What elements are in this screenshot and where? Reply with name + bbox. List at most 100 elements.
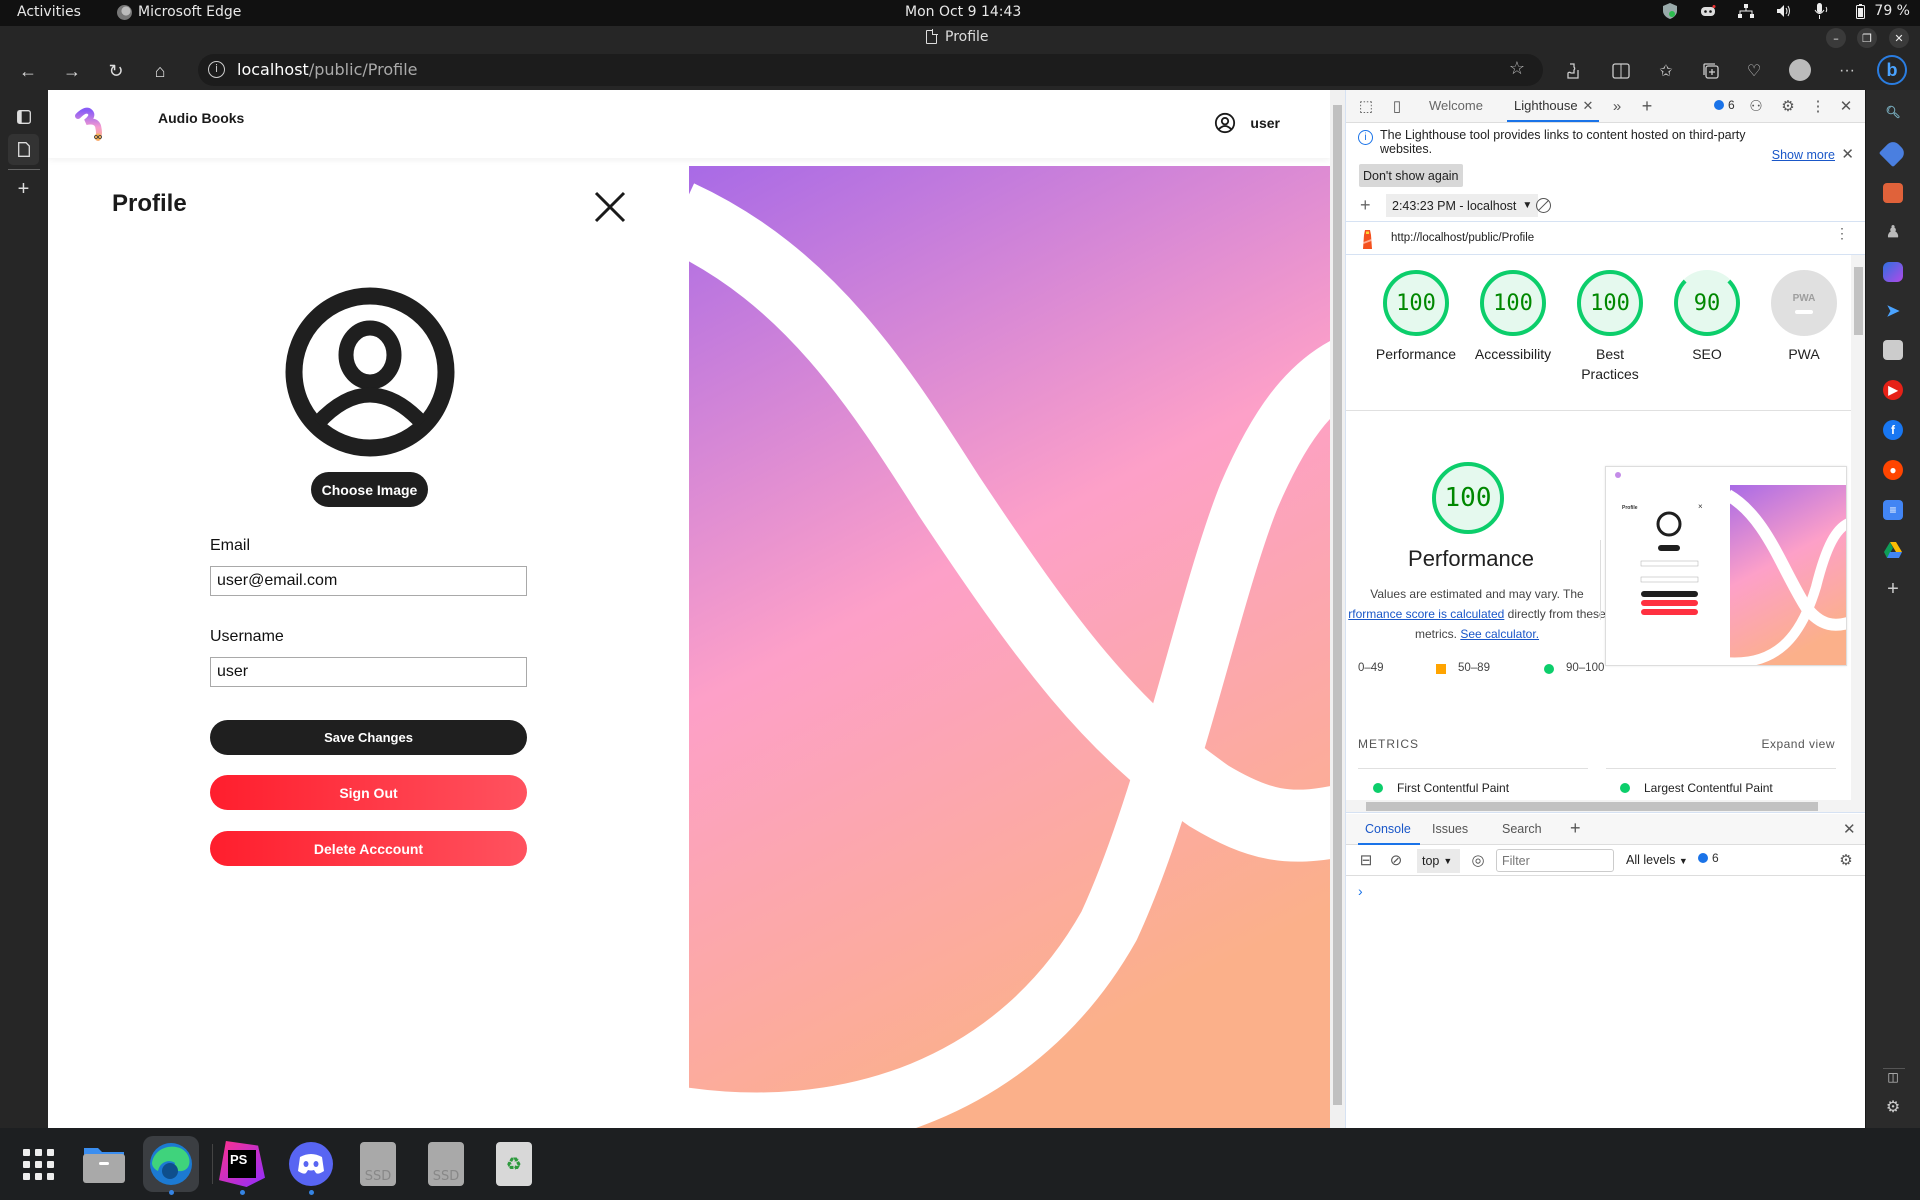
- clear-reports-icon[interactable]: [1536, 198, 1551, 213]
- docs-icon[interactable]: ≡: [1883, 500, 1903, 520]
- page-scrollbar-thumb[interactable]: [1333, 105, 1342, 1105]
- brand-name[interactable]: Audio Books: [158, 110, 244, 126]
- discord-icon[interactable]: [1700, 3, 1716, 19]
- microphone-icon[interactable]: [1814, 3, 1830, 19]
- messages-badge[interactable]: 6: [1714, 98, 1735, 112]
- app-logo[interactable]: [72, 104, 112, 144]
- clock[interactable]: Mon Oct 9 14:43: [905, 4, 1021, 20]
- battery-icon[interactable]: [1852, 3, 1868, 19]
- dock-microsoft-edge[interactable]: [143, 1136, 199, 1195]
- gauge-pwa[interactable]: PWA PWA: [1754, 270, 1854, 364]
- new-tab-icon[interactable]: +: [8, 174, 39, 205]
- infobar-close-icon[interactable]: ✕: [1841, 145, 1854, 163]
- profile-avatar[interactable]: [1789, 59, 1811, 81]
- expand-view-toggle[interactable]: Expand view: [1761, 737, 1835, 751]
- log-levels-select[interactable]: All levels ▼: [1626, 853, 1688, 867]
- facebook-icon[interactable]: f: [1883, 420, 1903, 440]
- add-tool-icon[interactable]: +: [1637, 96, 1657, 116]
- console-sidebar-icon[interactable]: ⊟: [1356, 850, 1376, 870]
- favorite-star-icon[interactable]: ☆: [1509, 58, 1525, 79]
- feedback-icon[interactable]: ⚇: [1746, 96, 1766, 116]
- microsoft-365-icon[interactable]: [1883, 262, 1903, 282]
- dock-phpstorm[interactable]: PS: [214, 1136, 270, 1195]
- gauge-performance[interactable]: 100 Performance: [1366, 270, 1466, 364]
- close-devtools-icon[interactable]: ✕: [1836, 96, 1856, 116]
- tab-actions-icon[interactable]: [8, 101, 39, 132]
- outlook-send-icon[interactable]: ➤: [1883, 301, 1903, 321]
- console-settings-gear-icon[interactable]: ⚙: [1836, 850, 1856, 870]
- gauge-seo[interactable]: 90 SEO: [1657, 270, 1757, 364]
- show-apps-button[interactable]: [10, 1136, 66, 1192]
- shield-icon[interactable]: [1662, 3, 1678, 19]
- add-icon[interactable]: +: [1883, 578, 1903, 600]
- email-field[interactable]: [210, 566, 527, 596]
- google-drive-icon[interactable]: [1883, 540, 1903, 560]
- search-icon[interactable]: 🔍︎: [1883, 102, 1903, 122]
- sidebar-settings-gear-icon[interactable]: ⚙: [1883, 1097, 1903, 1117]
- context-select[interactable]: top ▼: [1417, 849, 1460, 873]
- delete-account-button[interactable]: Delete Acccount: [210, 831, 527, 866]
- games-icon[interactable]: ♟: [1883, 222, 1903, 242]
- report-select[interactable]: 2:43:23 PM - localhost ▼: [1386, 194, 1539, 217]
- dock-trash[interactable]: ♻: [486, 1136, 542, 1192]
- hide-sidebar-icon[interactable]: ◫: [1883, 1067, 1903, 1087]
- show-more-link[interactable]: Show more: [1772, 148, 1835, 162]
- sign-out-button[interactable]: Sign Out: [210, 775, 527, 810]
- console-filter-input[interactable]: [1496, 849, 1614, 872]
- user-menu[interactable]: user: [1214, 112, 1280, 134]
- username-field[interactable]: [210, 657, 527, 687]
- back-button[interactable]: ←: [15, 58, 41, 84]
- close-tab-icon[interactable]: ✕: [1578, 96, 1598, 116]
- volume-icon[interactable]: [1776, 3, 1792, 19]
- page-scrollbar[interactable]: [1330, 90, 1345, 1128]
- settings-gear-icon[interactable]: ⚙: [1778, 96, 1798, 116]
- collections-icon[interactable]: [1700, 60, 1722, 82]
- add-drawer-tab-icon[interactable]: +: [1570, 818, 1581, 839]
- system-tray[interactable]: 79 %: [1662, 3, 1910, 19]
- dont-show-again-button[interactable]: Don't show again: [1359, 164, 1463, 187]
- address-bar[interactable]: i localhost/public/Profile ☆: [198, 54, 1543, 86]
- clear-console-icon[interactable]: ⊘: [1386, 850, 1406, 870]
- tab-search[interactable]: Search: [1502, 822, 1542, 836]
- report-vertical-scrollbar[interactable]: [1851, 255, 1866, 800]
- page-screenshot-thumbnail[interactable]: × Profile: [1605, 466, 1847, 666]
- url-text[interactable]: localhost/public/Profile: [237, 60, 418, 79]
- network-icon[interactable]: [1738, 3, 1755, 19]
- dock-ssd-drive-2[interactable]: SSD: [418, 1136, 474, 1192]
- favorites-icon[interactable]: ✩: [1655, 60, 1677, 82]
- close-window-button[interactable]: ✕: [1889, 28, 1909, 48]
- active-app-menu[interactable]: Microsoft Edge: [117, 4, 241, 20]
- console-messages-badge[interactable]: 6: [1698, 851, 1719, 865]
- report-menu-icon[interactable]: ⋮: [1835, 226, 1849, 240]
- gauge-best-practices[interactable]: 100 Best Practices: [1560, 270, 1660, 384]
- page-tab-icon[interactable]: [8, 134, 39, 165]
- extensions-icon[interactable]: [1562, 60, 1584, 82]
- reddit-icon[interactable]: ●: [1883, 460, 1903, 480]
- save-changes-button[interactable]: Save Changes: [210, 720, 527, 755]
- close-icon[interactable]: [593, 190, 627, 224]
- refresh-button[interactable]: ↻: [103, 58, 129, 84]
- device-emulation-icon[interactable]: ▯: [1387, 96, 1407, 116]
- site-info-icon[interactable]: i: [208, 61, 225, 78]
- more-icon[interactable]: ···: [1836, 60, 1858, 82]
- customize-menu-icon[interactable]: ⋮: [1808, 96, 1828, 116]
- shopping-tag-icon[interactable]: [1878, 138, 1908, 168]
- more-tabs-icon[interactable]: »: [1607, 96, 1627, 116]
- restore-button[interactable]: ❐: [1857, 28, 1877, 48]
- gauge-accessibility[interactable]: 100 Accessibility: [1463, 270, 1563, 364]
- see-calculator-link[interactable]: See calculator.: [1460, 627, 1539, 641]
- tab-welcome[interactable]: Welcome: [1429, 98, 1483, 113]
- tab-lighthouse[interactable]: Lighthouse: [1514, 98, 1578, 113]
- new-report-icon[interactable]: +: [1360, 195, 1371, 216]
- bing-copilot-icon[interactable]: b: [1877, 55, 1907, 85]
- dock-ssd-drive-1[interactable]: SSD: [350, 1136, 406, 1192]
- split-screen-icon[interactable]: [1610, 60, 1632, 82]
- live-expression-eye-icon[interactable]: ◎: [1468, 850, 1488, 870]
- youtube-icon[interactable]: ▶: [1883, 380, 1903, 400]
- home-button[interactable]: ⌂: [147, 58, 173, 84]
- tools-icon[interactable]: [1883, 183, 1903, 203]
- minimize-button[interactable]: –: [1826, 28, 1846, 48]
- scrollbar-thumb[interactable]: [1854, 267, 1863, 335]
- browser-essentials-icon[interactable]: ♡: [1743, 60, 1765, 82]
- close-drawer-icon[interactable]: ✕: [1843, 820, 1856, 838]
